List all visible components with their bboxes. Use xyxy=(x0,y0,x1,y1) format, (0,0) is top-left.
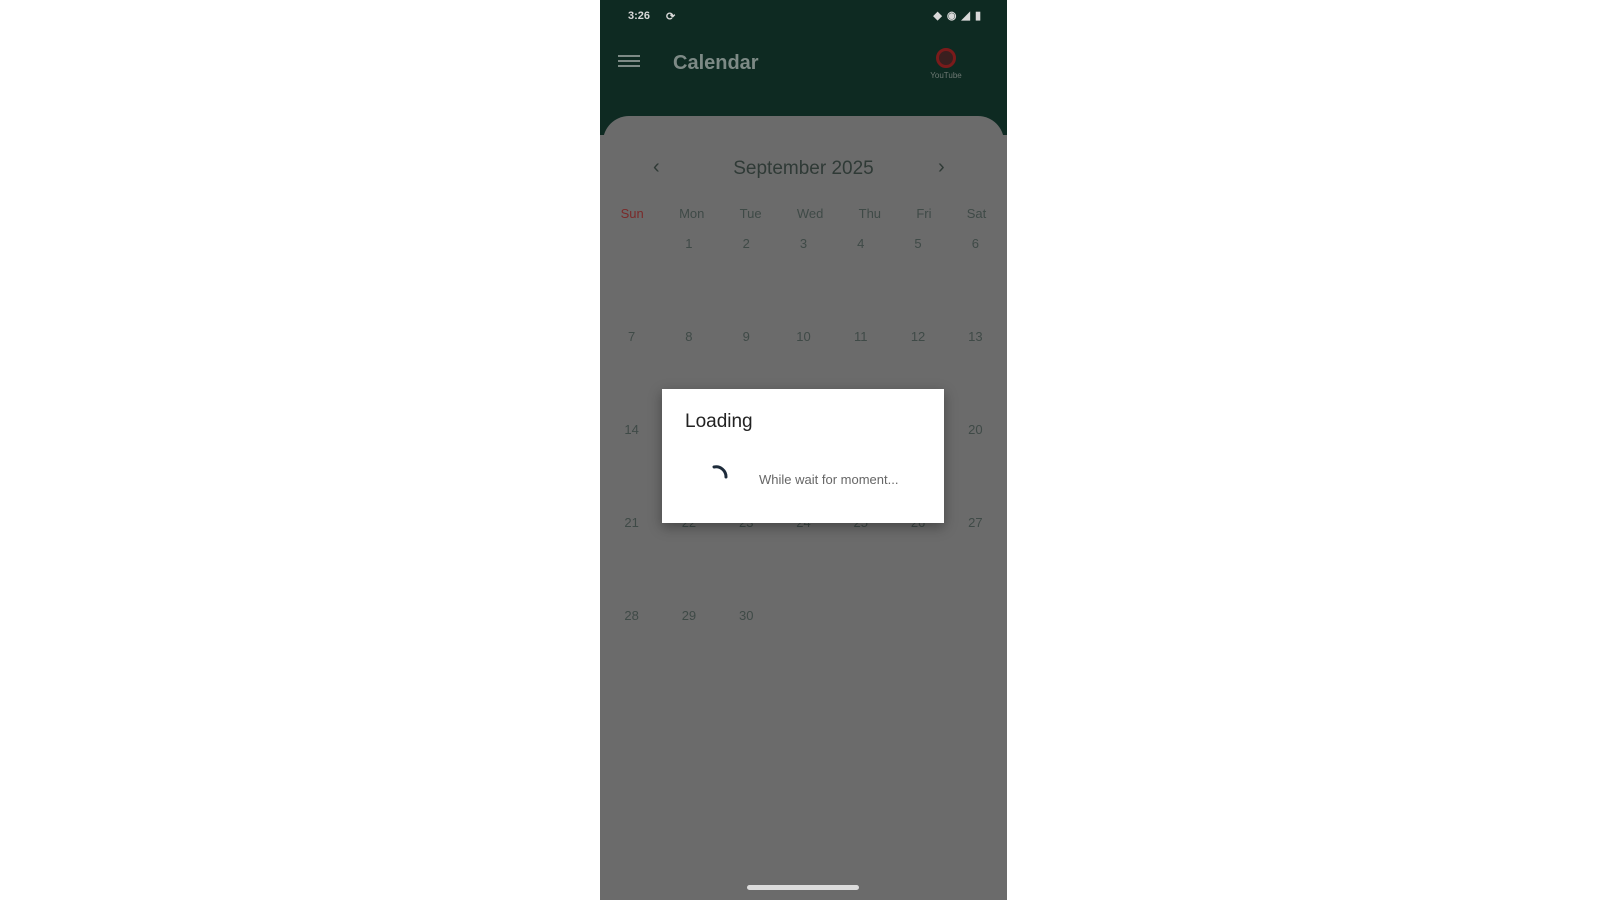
chevron-right-icon[interactable]: › xyxy=(938,156,945,179)
app-bar: 3:26 ⟳ ◆ ◉ ◢ ▮ Calendar YouTube xyxy=(600,0,1007,135)
calendar-day[interactable]: 26 xyxy=(893,513,943,606)
calendar-day[interactable]: 22 xyxy=(664,513,714,606)
month-navigation: ‹ September 2025 › xyxy=(603,156,1004,186)
calendar-day[interactable] xyxy=(607,234,657,327)
signal-icon: ◢ xyxy=(961,10,970,22)
calendar-day[interactable]: 13 xyxy=(950,327,1000,420)
calendar-day[interactable]: 23 xyxy=(721,513,771,606)
calendar-day[interactable]: 27 xyxy=(950,513,1000,606)
calendar-day[interactable]: 14 xyxy=(607,420,657,513)
page-title: Calendar xyxy=(673,52,759,74)
weekday-label: Mon xyxy=(679,206,705,221)
youtube-icon xyxy=(936,48,956,68)
weekday-label: Thu xyxy=(858,206,882,221)
calendar-day[interactable]: 4 xyxy=(836,234,886,327)
calendar-week: 1 2 3 4 5 6 xyxy=(603,234,1004,327)
calendar-day[interactable]: 20 xyxy=(950,420,1000,513)
calendar-day[interactable]: 28 xyxy=(607,606,657,699)
calendar-day[interactable] xyxy=(893,606,943,699)
calendar-day[interactable]: 1 xyxy=(664,234,714,327)
youtube-button[interactable]: YouTube xyxy=(925,48,967,86)
calendar-day[interactable] xyxy=(950,606,1000,699)
home-indicator[interactable] xyxy=(747,885,859,890)
calendar-day[interactable] xyxy=(778,606,828,699)
loading-spinner-icon xyxy=(712,465,728,479)
calendar-day[interactable]: 30 xyxy=(721,606,771,699)
loading-dialog: Loading While wait for moment... xyxy=(662,389,944,523)
calendar-day[interactable]: 6 xyxy=(950,234,1000,327)
sync-icon: ⟳ xyxy=(666,11,676,23)
calendar-day[interactable]: 7 xyxy=(607,327,657,420)
weekday-label: Fri xyxy=(916,206,932,221)
weekday-label: Sun xyxy=(620,206,644,221)
calendar-day[interactable]: 29 xyxy=(664,606,714,699)
calendar-week: 28 29 30 xyxy=(603,606,1004,699)
dialog-message: While wait for moment... xyxy=(759,472,899,487)
calendar-day[interactable]: 5 xyxy=(893,234,943,327)
calendar-day[interactable]: 24 xyxy=(778,513,828,606)
calendar-day[interactable]: 25 xyxy=(836,513,886,606)
weekday-label: Wed xyxy=(796,206,824,221)
hamburger-menu-icon[interactable] xyxy=(618,52,640,70)
calendar-week: 21 22 23 24 25 26 27 xyxy=(603,513,1004,606)
status-icons: ◆ ◉ ◢ ▮ xyxy=(933,9,981,22)
battery-icon: ▮ xyxy=(974,10,981,22)
wifi-icon: ◉ xyxy=(946,10,957,22)
status-bar: 3:26 ⟳ ◆ ◉ ◢ ▮ xyxy=(600,0,1007,34)
weekday-label: Sat xyxy=(966,206,987,221)
weekday-label: Tue xyxy=(739,206,762,221)
weekday-header: Sun Mon Tue Wed Thu Fri Sat xyxy=(603,206,1004,221)
notification-icon: ◆ xyxy=(933,10,942,22)
calendar-day[interactable] xyxy=(836,606,886,699)
dialog-title: Loading xyxy=(685,411,753,432)
calendar-day[interactable]: 21 xyxy=(607,513,657,606)
calendar-day[interactable]: 2 xyxy=(721,234,771,327)
youtube-label: YouTube xyxy=(930,71,962,80)
status-time: 3:26 xyxy=(628,10,651,22)
calendar-day[interactable]: 3 xyxy=(778,234,828,327)
